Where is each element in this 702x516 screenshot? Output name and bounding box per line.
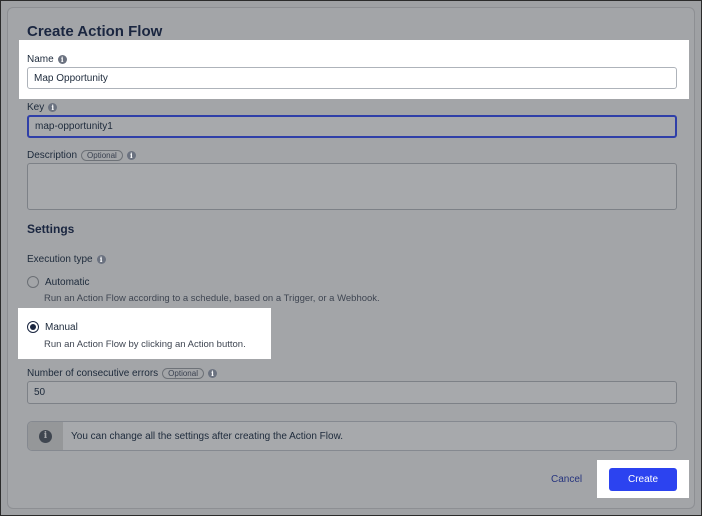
info-icon[interactable]: i	[48, 103, 58, 112]
radio-automatic-label: Automatic	[45, 276, 90, 288]
name-input[interactable]	[27, 67, 677, 89]
key-label-row: Key i	[27, 102, 58, 113]
info-icon[interactable]: i	[57, 55, 67, 64]
errors-label-row: Number of consecutive errors Optional i	[27, 368, 217, 379]
consecutive-errors-input[interactable]	[27, 381, 677, 404]
name-label-row: Name i	[27, 54, 67, 65]
description-textarea[interactable]	[27, 163, 677, 210]
automatic-help-text: Run an Action Flow according to a schedu…	[44, 293, 380, 304]
info-icon[interactable]: i	[126, 151, 136, 160]
cancel-button[interactable]: Cancel	[551, 474, 582, 485]
key-input[interactable]	[27, 115, 677, 138]
name-label: Name	[27, 54, 54, 65]
dialog-title: Create Action Flow	[27, 23, 163, 40]
radio-automatic[interactable]: Automatic	[27, 276, 89, 288]
optional-badge: Optional	[81, 150, 123, 161]
create-button[interactable]: Create	[609, 468, 677, 491]
errors-label: Number of consecutive errors	[27, 368, 159, 379]
execution-type-label: Execution type	[27, 254, 93, 265]
radio-button-selected[interactable]	[27, 321, 39, 333]
info-icon[interactable]: i	[207, 369, 217, 378]
notice-text: You can change all the settings after cr…	[71, 431, 344, 442]
radio-manual[interactable]: Manual	[27, 321, 78, 333]
description-label-row: Description Optional i	[27, 150, 136, 161]
radio-manual-label: Manual	[45, 321, 78, 333]
info-notice: i You can change all the settings after …	[27, 421, 677, 451]
radio-button[interactable]	[27, 276, 39, 288]
optional-badge: Optional	[162, 368, 204, 379]
execution-type-label-row: Execution type i	[27, 254, 106, 265]
info-circle-icon: i	[39, 429, 52, 443]
manual-option-highlight	[18, 308, 271, 359]
manual-help-text: Run an Action Flow by clicking an Action…	[44, 339, 246, 350]
settings-heading: Settings	[27, 222, 75, 236]
key-label: Key	[27, 102, 45, 113]
info-icon[interactable]: i	[96, 255, 106, 264]
description-label: Description	[27, 150, 78, 161]
notice-icon-box: i	[28, 422, 63, 450]
